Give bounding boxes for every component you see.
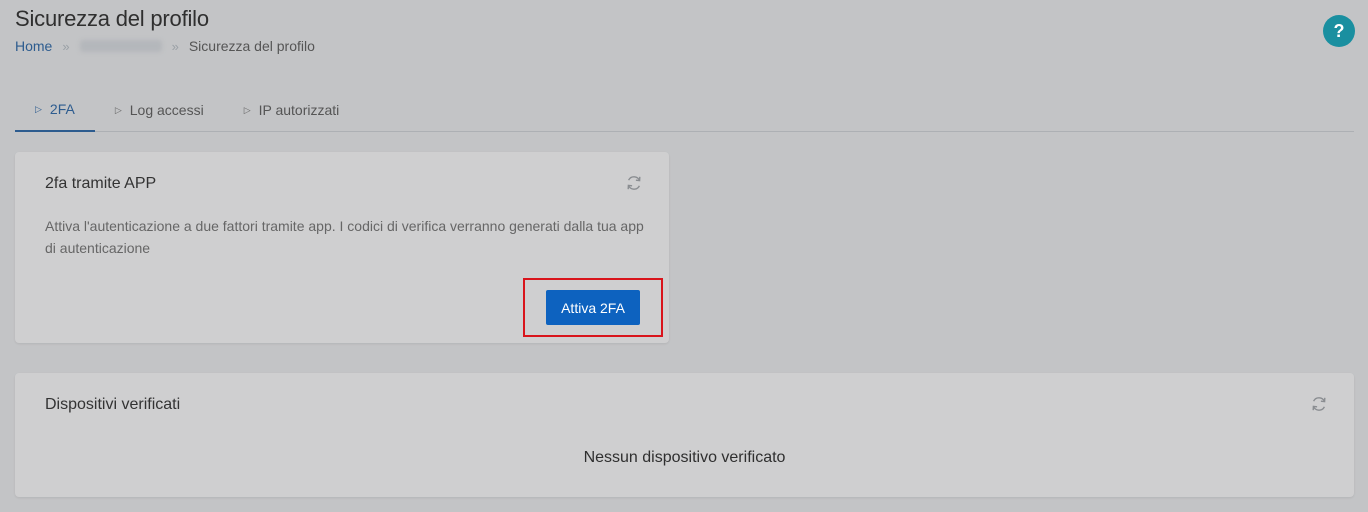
refresh-icon[interactable] (1310, 395, 1328, 413)
breadcrumb-current: Sicurezza del profilo (188, 38, 315, 54)
tab-bar: ▷ 2FA ▷ Log accessi ▷ IP autorizzati (15, 88, 1354, 132)
empty-state-message: Nessun dispositivo verificato (583, 449, 786, 466)
tab-log-accessi[interactable]: ▷ Log accessi (95, 88, 224, 132)
card-verified-devices: Dispositivi verificati Nessun dispositiv… (15, 373, 1354, 497)
card-title: Dispositivi verificati (45, 396, 181, 413)
triangle-right-icon: ▷ (114, 104, 122, 115)
card-title: 2fa tramite APP (45, 175, 157, 192)
card-2fa-app: 2fa tramite APP Attiva l'autenticazione … (15, 152, 669, 343)
tab-label: IP autorizzati (258, 102, 340, 118)
breadcrumb: Home » » Sicurezza del profilo (15, 38, 315, 54)
question-icon: ? (1333, 20, 1345, 41)
breadcrumb-home-link[interactable]: Home (15, 38, 52, 54)
tab-2fa[interactable]: ▷ 2FA (15, 88, 95, 132)
page-title: Sicurezza del profilo (15, 6, 209, 31)
help-button[interactable]: ? (1323, 15, 1355, 47)
tab-label: Log accessi (129, 102, 204, 118)
triangle-right-icon: ▷ (243, 104, 251, 115)
activate-2fa-button[interactable]: Attiva 2FA (546, 290, 640, 325)
card-description: Attiva l'autenticazione a due fattori tr… (45, 218, 644, 256)
triangle-right-icon: ▷ (35, 103, 42, 114)
tab-ip-autorizzati[interactable]: ▷ IP autorizzati (224, 88, 360, 132)
breadcrumb-separator: » (171, 38, 179, 54)
breadcrumb-redacted-item[interactable] (79, 40, 162, 52)
tab-label: 2FA (49, 101, 75, 117)
refresh-icon[interactable] (625, 174, 643, 192)
breadcrumb-separator: » (62, 38, 70, 54)
